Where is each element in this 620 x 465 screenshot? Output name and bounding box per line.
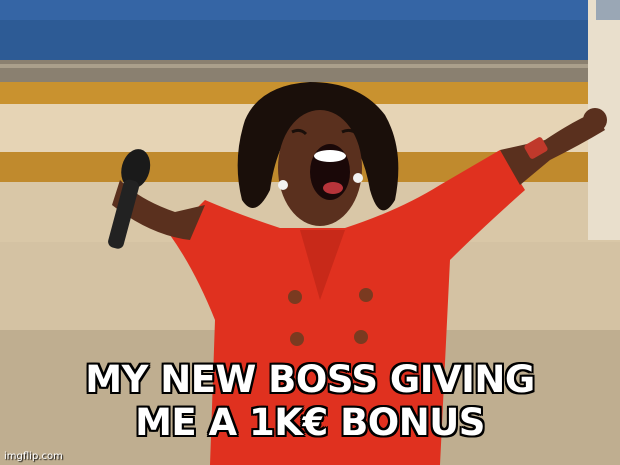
dress-button bbox=[288, 290, 302, 304]
meme-caption: MY NEW BOSS GIVING ME A 1K€ BONUS bbox=[0, 358, 620, 444]
glitter-strip bbox=[0, 60, 620, 82]
dress-button bbox=[359, 288, 373, 302]
caption-line-2: ME A 1K€ BONUS bbox=[135, 401, 485, 444]
dress-button bbox=[354, 330, 368, 344]
earring bbox=[278, 180, 288, 190]
caption-line-1: MY NEW BOSS GIVING bbox=[85, 358, 535, 401]
dress-button bbox=[290, 332, 304, 346]
meme-image: MY NEW BOSS GIVING ME A 1K€ BONUS imgfli… bbox=[0, 0, 620, 465]
imgflip-watermark: imgflip.com bbox=[4, 451, 63, 462]
earring bbox=[353, 173, 363, 183]
